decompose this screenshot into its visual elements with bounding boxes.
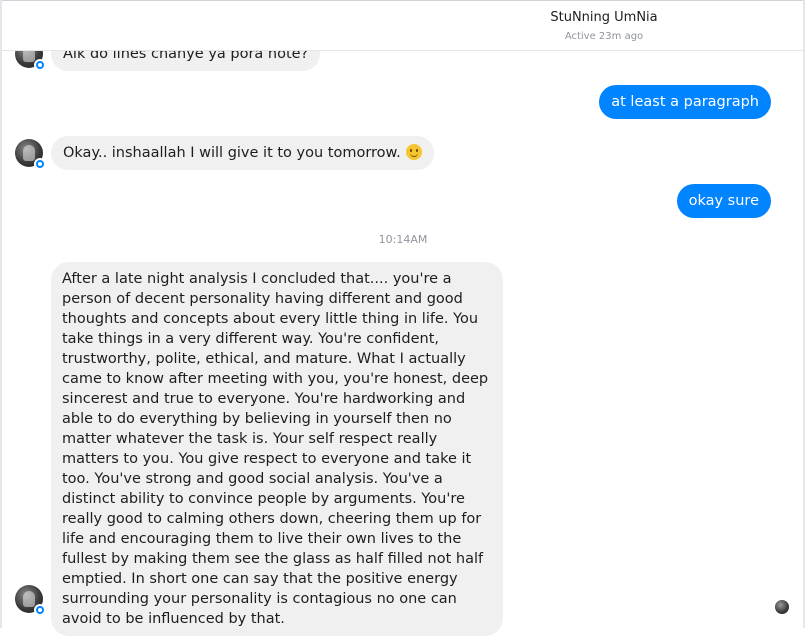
messenger-badge-icon — [34, 59, 46, 71]
contact-name[interactable]: StuNning UmNia — [504, 10, 704, 25]
message-text: Okay.. inshaallah I will give it to you … — [63, 145, 401, 161]
contact-avatar[interactable] — [15, 139, 46, 170]
conversation-header: StuNning UmNia Active 23m ago — [2, 1, 803, 51]
incoming-message[interactable]: Okay.. inshaallah I will give it to you … — [51, 136, 434, 170]
outgoing-message[interactable]: at least a paragraph — [599, 85, 771, 119]
message-thread[interactable]: Aik do lines chanye ya pora note? at lea… — [0, 0, 805, 636]
messenger-badge-icon — [34, 604, 46, 616]
contact-avatar[interactable] — [15, 585, 46, 616]
message-timestamp: 10:14AM — [378, 233, 428, 246]
messenger-badge-icon — [34, 158, 46, 170]
active-status: Active 23m ago — [564, 31, 644, 42]
outgoing-message[interactable]: okay sure — [676, 184, 771, 218]
message-text: at least a paragraph — [611, 94, 759, 110]
seen-indicator-avatar — [775, 600, 789, 614]
message-text: After a late night analysis I concluded … — [62, 271, 489, 627]
slightly-smiling-face-icon — [405, 144, 422, 160]
incoming-message[interactable]: After a late night analysis I concluded … — [51, 262, 503, 636]
message-text: okay sure — [688, 193, 759, 209]
